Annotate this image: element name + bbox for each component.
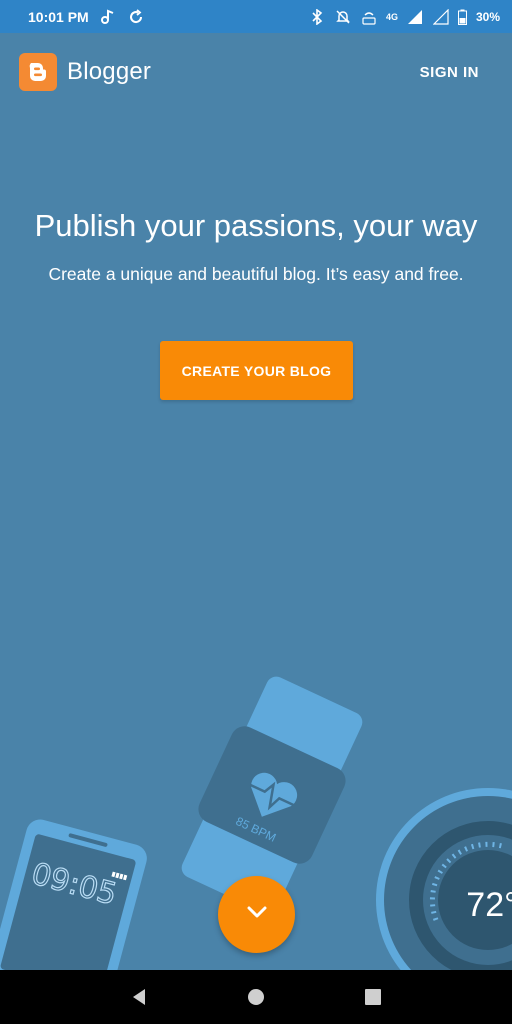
watch-bpm-text: 85 BPM <box>234 814 279 845</box>
sign-in-button[interactable]: SIGN IN <box>420 64 479 81</box>
network-type: 4G <box>385 11 398 22</box>
back-triangle-icon <box>132 989 145 1005</box>
system-navigation-bar <box>0 970 512 1024</box>
battery-level: 30% <box>475 9 500 24</box>
signal-icon <box>406 8 424 26</box>
create-blog-button[interactable]: CREATE YOUR BLOG <box>160 341 353 400</box>
brand-name: Blogger <box>67 58 152 85</box>
thermostat-temp-text: 72° <box>466 886 512 924</box>
wifi-calling-icon <box>360 8 378 26</box>
phone-time-text: 09:05 <box>28 856 121 912</box>
app-bar: Blogger SIGN IN <box>0 33 512 111</box>
sync-icon <box>127 8 145 26</box>
chevron-down-icon <box>244 899 270 930</box>
hero-subtitle: Create a unique and beautiful blog. It’s… <box>48 264 464 284</box>
status-time: 10:01 PM <box>28 8 89 25</box>
hero-title: Publish your passions, your way <box>34 208 478 243</box>
battery-icon <box>458 8 468 26</box>
home-circle-icon <box>247 989 264 1005</box>
mute-bell-icon <box>334 8 352 26</box>
bluetooth-icon <box>308 8 326 26</box>
back-button[interactable] <box>124 982 154 1012</box>
recents-square-icon <box>365 989 382 1005</box>
status-bar: 10:01 PM 4G 30% <box>0 0 512 33</box>
music-note-icon <box>99 8 117 26</box>
home-button[interactable] <box>241 982 271 1012</box>
blogger-logo-icon <box>19 53 57 91</box>
device-illustrations: 85 BPM 09:05 72° <box>0 676 512 1012</box>
recents-button[interactable] <box>358 982 388 1012</box>
brand: Blogger <box>19 53 151 91</box>
scroll-down-button[interactable] <box>218 876 295 953</box>
signal-empty-icon <box>432 8 450 26</box>
